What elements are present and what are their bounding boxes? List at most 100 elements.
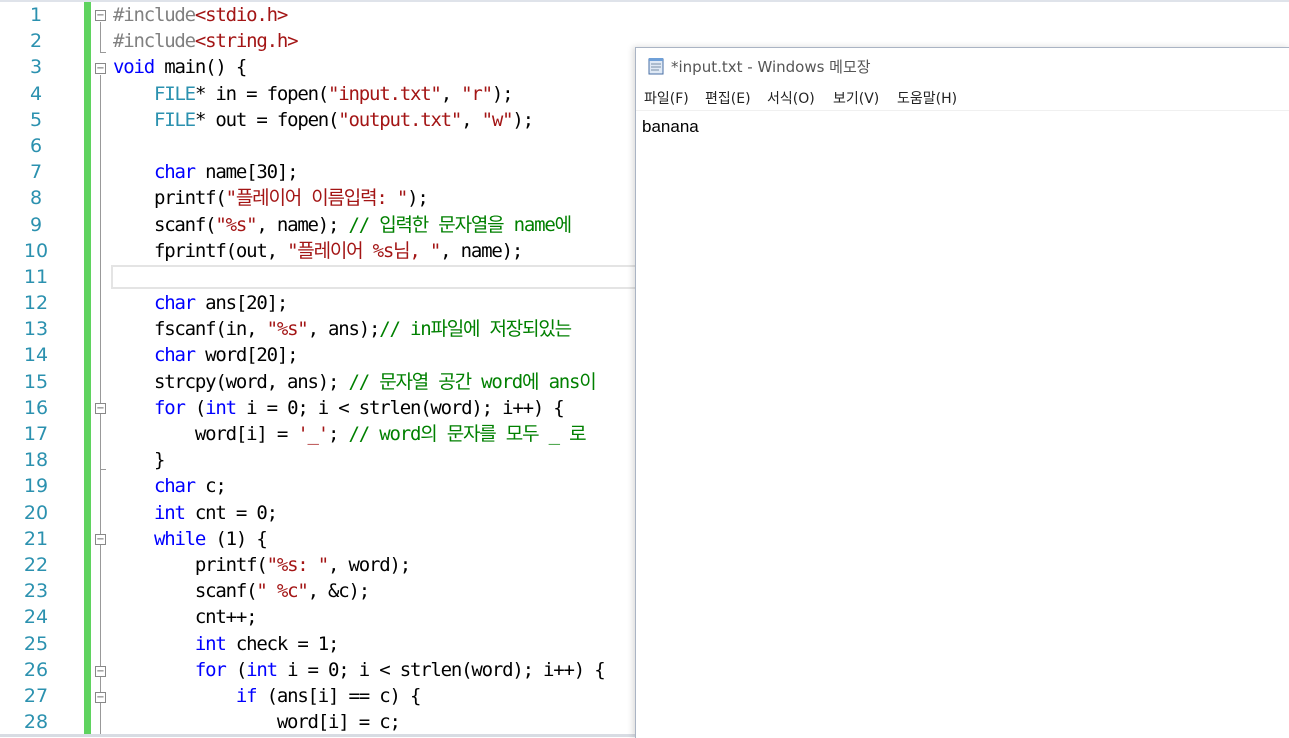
code-line[interactable]: fscanf(in, "%s", ans);// in파일에 저장되있는 xyxy=(113,316,673,342)
code-line[interactable]: int cnt = 0; xyxy=(113,500,673,526)
code-line[interactable]: printf("플레이어 이름입력: "); xyxy=(113,185,673,211)
line-number: 27 xyxy=(23,684,49,707)
line-number: 17 xyxy=(23,423,49,445)
code-token: <stdio.h> xyxy=(194,4,288,26)
code-token: "%s" xyxy=(266,318,309,341)
line-number: 7 xyxy=(29,161,43,184)
code-line[interactable]: #include<stdio.h> xyxy=(113,2,673,28)
code-token: if xyxy=(235,684,258,707)
code-token: ( xyxy=(184,396,206,419)
collapse-icon[interactable]: − xyxy=(95,692,106,703)
code-line[interactable]: for (int i = 0; i < strlen(word); i++) { xyxy=(113,395,673,421)
code-token: "플레이어 이름입력: " xyxy=(225,187,409,210)
line-number: 18 xyxy=(23,449,49,472)
line-number: 13 xyxy=(23,318,49,341)
line-number: 14 xyxy=(23,344,49,367)
notepad-window-title: *input.txt - Windows 메모장 xyxy=(671,58,871,76)
code-line[interactable]: fprintf(out, "플레이어 %s님, ", name); xyxy=(113,238,673,264)
code-token: name[30]; xyxy=(194,161,298,184)
code-line[interactable]: int check = 1; xyxy=(113,631,673,657)
code-text-area[interactable]: #include<stdio.h> #include<string.h> void … xyxy=(113,2,673,735)
code-token: (1) { xyxy=(205,527,267,550)
line-number: 4 xyxy=(29,82,43,105)
code-line[interactable]: printf("%s: ", word); xyxy=(113,552,673,578)
code-token: int xyxy=(205,396,237,419)
code-line[interactable]: scanf("%s", name); // 입력한 문자열을 name에 xyxy=(113,212,673,238)
code-line[interactable]: if (ans[i] == c) { xyxy=(113,683,673,709)
code-token: scanf( xyxy=(113,213,217,236)
notepad-text-area[interactable]: banana xyxy=(636,111,1289,738)
code-token: void xyxy=(113,56,155,79)
line-number: 8 xyxy=(29,187,43,210)
collapse-icon[interactable]: − xyxy=(95,403,106,414)
code-line[interactable]: scanf(" %c", &c); xyxy=(113,578,673,604)
code-line[interactable]: strcpy(word, ans); // 문자열 공간 word에 ans이 xyxy=(113,369,673,395)
code-line[interactable]: cnt++; xyxy=(113,604,673,630)
code-token: "%s: " xyxy=(266,553,330,576)
code-token: , name); xyxy=(440,239,523,262)
collapse-icon[interactable]: − xyxy=(95,534,106,545)
line-number: 22 xyxy=(23,553,49,576)
code-token: <string.h> xyxy=(194,30,299,53)
code-line[interactable] xyxy=(113,264,673,290)
code-line[interactable] xyxy=(113,133,673,159)
collapse-icon[interactable]: − xyxy=(95,10,106,21)
menu-file[interactable]: 파일(F) xyxy=(644,88,689,108)
line-number: 15 xyxy=(23,370,49,393)
line-number: 28 xyxy=(23,711,49,734)
code-token: * out = fopen( xyxy=(194,108,340,131)
code-token: , word); xyxy=(328,553,411,576)
code-line[interactable]: char ans[20]; xyxy=(113,290,673,316)
code-token: "플레이어 %s님, " xyxy=(287,239,441,262)
code-line[interactable]: void main() { xyxy=(113,54,673,80)
menu-edit[interactable]: 편집(E) xyxy=(705,88,751,108)
collapse-icon[interactable]: − xyxy=(95,666,106,677)
code-token: for xyxy=(153,396,186,419)
line-number: 26 xyxy=(23,658,49,681)
line-number: 6 xyxy=(29,134,43,157)
code-token: (ans[i] == c) { xyxy=(256,684,422,707)
code-line[interactable]: char word[20]; xyxy=(113,342,673,368)
line-number: 24 xyxy=(23,606,49,629)
line-number: 21 xyxy=(23,527,49,550)
code-token: "output.txt" xyxy=(338,108,462,131)
code-token: , &c); xyxy=(307,580,371,603)
collapse-icon[interactable]: − xyxy=(95,63,106,74)
code-line[interactable]: while (1) { xyxy=(113,526,673,552)
code-token: , xyxy=(461,108,482,131)
notepad-window[interactable]: *input.txt - Windows 메모장 파일(F) 편집(E) 서식(… xyxy=(635,47,1289,738)
code-token: ); xyxy=(512,108,534,131)
code-token: main() { xyxy=(153,56,247,79)
notepad-menubar: 파일(F) 편집(E) 서식(O) 보기(V) 도움말(H) xyxy=(636,84,1289,111)
code-token: } xyxy=(113,449,165,472)
code-line[interactable]: word[i] = '_'; // word의 문자를 모두 _ 로 xyxy=(113,421,673,447)
code-line[interactable]: char name[30]; xyxy=(113,159,673,185)
code-token: for xyxy=(194,658,227,681)
code-token: char xyxy=(153,344,196,367)
code-token: ); xyxy=(491,82,514,105)
line-number: 16 xyxy=(23,396,49,419)
code-line[interactable]: word[i] = c; xyxy=(113,709,673,735)
code-line[interactable]: char c; xyxy=(113,473,673,499)
notepad-titlebar[interactable]: *input.txt - Windows 메모장 xyxy=(636,48,1289,84)
code-line[interactable]: FILE* in = fopen("input.txt", "r"); xyxy=(113,81,673,107)
menu-help[interactable]: 도움말(H) xyxy=(897,88,957,108)
menu-view[interactable]: 보기(V) xyxy=(833,88,879,108)
code-line[interactable]: FILE* out = fopen("output.txt", "w"); xyxy=(113,107,673,133)
code-line[interactable]: for (int i = 0; i < strlen(word); i++) { xyxy=(113,657,673,683)
code-token: , name); xyxy=(256,213,349,236)
code-token: char xyxy=(153,292,196,315)
menu-format[interactable]: 서식(O) xyxy=(767,88,815,108)
line-number: 2 xyxy=(29,30,43,53)
code-line[interactable]: } xyxy=(113,447,673,473)
code-token: " %c" xyxy=(256,580,308,603)
code-line[interactable]: #include<string.h> xyxy=(113,28,673,54)
code-token: int xyxy=(246,658,278,681)
line-number: 10 xyxy=(23,239,49,262)
code-token: word[20]; xyxy=(194,344,298,367)
code-token: ; xyxy=(328,423,349,445)
